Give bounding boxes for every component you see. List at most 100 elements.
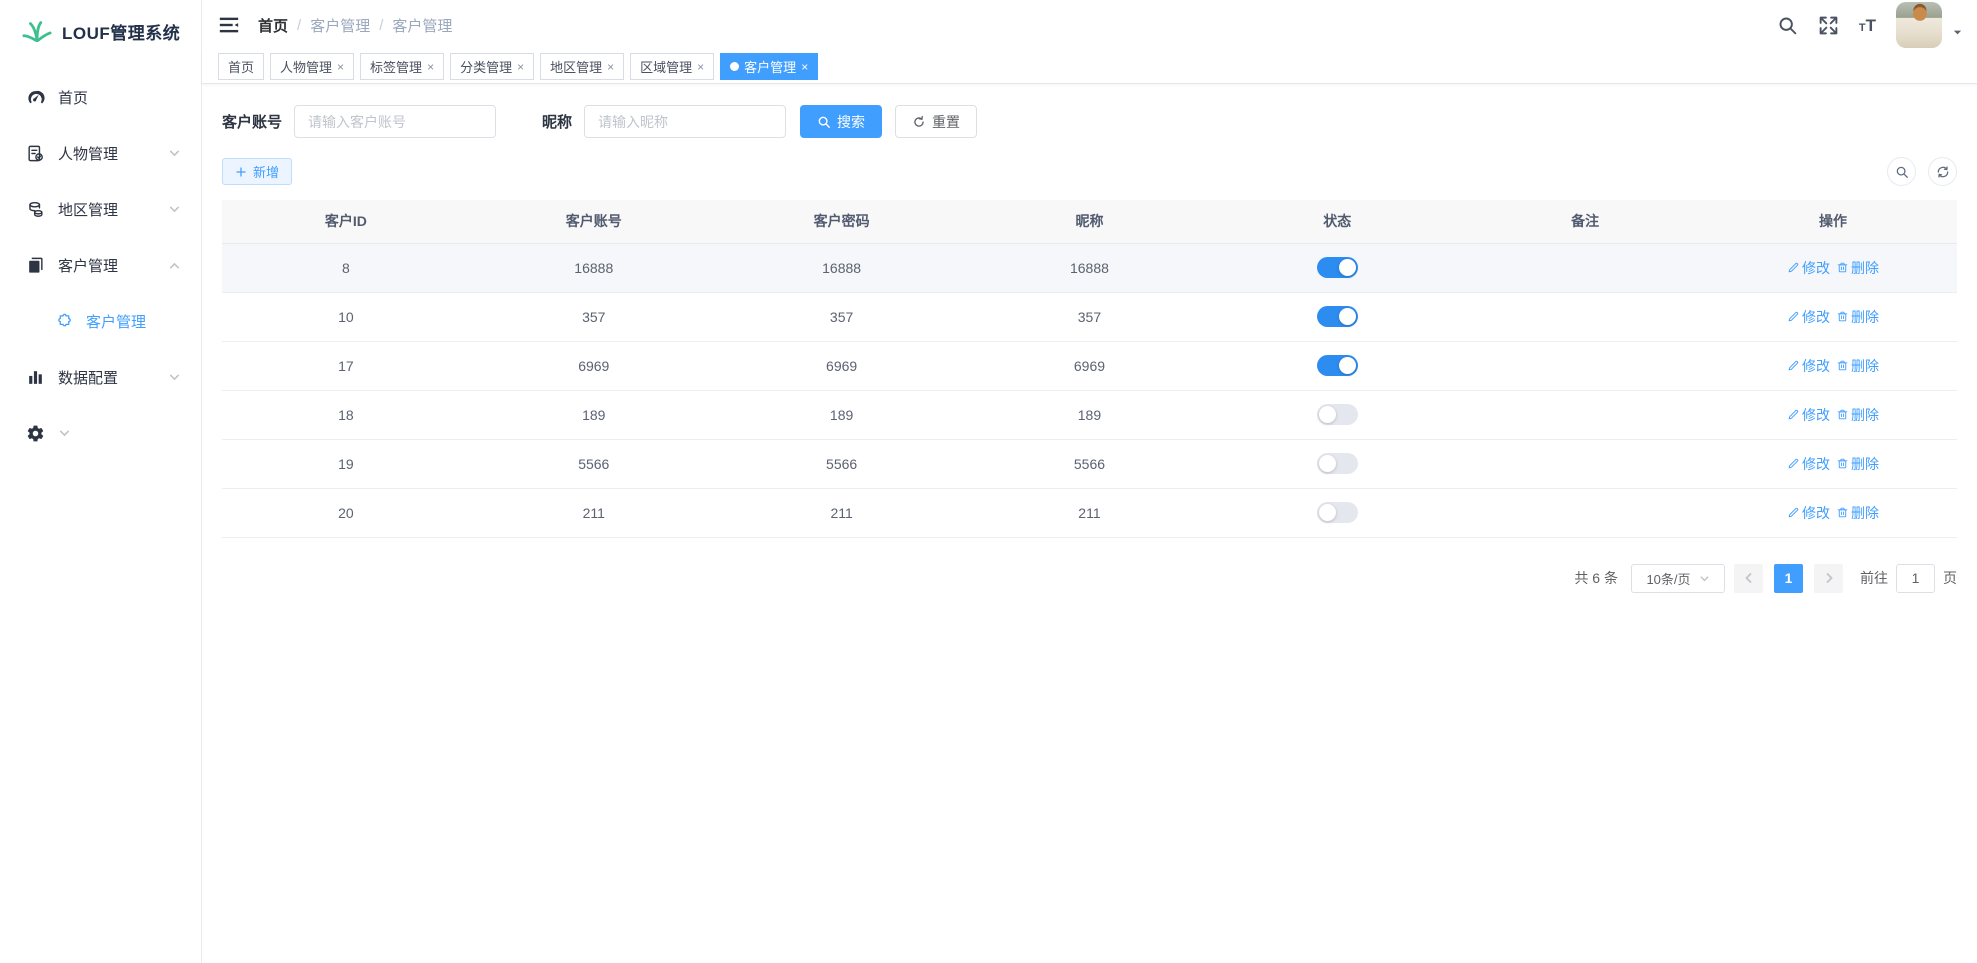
goto-label: 前往 [1860,568,1888,588]
cell-actions: 修改删除 [1709,341,1957,390]
account-input[interactable] [294,105,496,138]
sidebar-item-5[interactable]: 系统管理 [0,405,201,461]
col-nickname: 昵称 [966,200,1214,243]
edit-link[interactable]: 修改 [1787,454,1830,474]
filter-form: 客户账号 昵称 搜索 重置 [222,105,1957,138]
sidebar-item-3[interactable]: 客户管理 [0,237,201,293]
next-page-button[interactable] [1814,564,1843,593]
tag-tab-0[interactable]: 首页 [218,53,264,80]
col-actions: 操作 [1709,200,1957,243]
edit-link[interactable]: 修改 [1787,258,1830,278]
fullscreen-icon[interactable] [1818,15,1839,36]
person-doc-icon [26,144,45,163]
cell-status [1213,390,1461,439]
sidebar-item-2[interactable]: 地区管理 [0,181,201,237]
user-menu-caret-icon[interactable] [1952,27,1963,38]
delete-link[interactable]: 删除 [1836,405,1879,425]
sidebar: LOUF管理系统 首页人物管理地区管理客户管理客户管理数据配置系统管理 [0,0,202,963]
chevron-down-icon [168,371,181,384]
status-toggle[interactable] [1317,453,1358,474]
cell-account: 189 [470,390,718,439]
active-dot [730,62,739,71]
tag-tab-2[interactable]: 标签管理× [360,53,444,80]
delete-link[interactable]: 删除 [1836,356,1879,376]
tag-label: 人物管理 [280,57,332,76]
edit-link[interactable]: 修改 [1787,503,1830,523]
tag-tab-1[interactable]: 人物管理 × [270,53,354,80]
cell-id: 10 [222,292,470,341]
region-icon [26,200,45,219]
close-icon[interactable]: × [697,61,704,73]
delete-link[interactable]: 删除 [1836,307,1879,327]
font-size-icon[interactable]: TT [1859,17,1876,34]
header-search-icon[interactable] [1777,15,1798,36]
breadcrumb-item-0[interactable]: 首页 [258,15,288,36]
toggle-search-button[interactable] [1887,157,1916,186]
nickname-input[interactable] [584,105,786,138]
tag-tab-3[interactable]: 分类管理 × [450,53,534,80]
close-icon[interactable]: × [801,61,808,73]
sidebar-item-label: 人物管理 [58,143,168,164]
tag-tab-5[interactable]: 区域管理 × [630,53,714,80]
sidebar-item-label: 地区管理 [58,199,168,220]
chevron-down-icon [168,147,181,160]
col-customer-account: 客户账号 [470,200,718,243]
cell-id: 19 [222,439,470,488]
sidebar-item-4[interactable]: 数据配置 [0,349,201,405]
refresh-table-button[interactable] [1928,157,1957,186]
cell-status [1213,439,1461,488]
cell-status [1213,488,1461,537]
edit-link[interactable]: 修改 [1787,307,1830,327]
delete-link[interactable]: 删除 [1836,258,1879,278]
status-toggle[interactable] [1317,355,1358,376]
status-toggle[interactable] [1317,502,1358,523]
cell-remark [1461,243,1709,292]
cell-password: 357 [718,292,966,341]
reset-button[interactable]: 重置 [895,105,977,138]
prev-page-button[interactable] [1734,564,1763,593]
tag-label: 区域管理 [640,57,692,76]
breadcrumb-separator: / [297,17,301,34]
sidebar-item-1[interactable]: 人物管理 [0,125,201,181]
goto-page-input[interactable] [1896,564,1935,593]
status-toggle[interactable] [1317,306,1358,327]
chevron-down-icon [58,427,71,440]
add-button[interactable]: 新增 [222,158,292,185]
cell-password: 6969 [718,341,966,390]
user-avatar[interactable] [1896,2,1942,48]
status-toggle[interactable] [1317,404,1358,425]
cell-nickname: 357 [966,292,1214,341]
table-row: 17696969696969修改删除 [222,341,1957,390]
close-icon[interactable]: × [607,61,614,73]
tag-label: 分类管理 [460,57,512,76]
tag-tab-6[interactable]: 客户管理× [720,53,818,80]
sidebar-subitem-customer[interactable]: 客户管理 [0,293,201,349]
sidebar-item-0[interactable]: 首页 [0,69,201,125]
sidebar-menu: 首页人物管理地区管理客户管理客户管理数据配置系统管理 [0,63,201,461]
nickname-label: 昵称 [542,111,572,132]
customer-table: 客户ID 客户账号 客户密码 昵称 状态 备注 操作 8168881688816… [222,200,1957,538]
cell-remark [1461,390,1709,439]
delete-link[interactable]: 删除 [1836,454,1879,474]
edit-link[interactable]: 修改 [1787,405,1830,425]
search-button[interactable]: 搜索 [800,105,882,138]
close-icon[interactable]: × [337,61,344,73]
close-icon[interactable]: × [517,61,524,73]
page-number-1[interactable]: 1 [1774,564,1803,593]
sidebar-item-label: 首页 [58,87,181,108]
close-icon[interactable]: × [427,61,434,73]
tag-tab-4[interactable]: 地区管理 × [540,53,624,80]
cell-remark [1461,439,1709,488]
delete-link[interactable]: 删除 [1836,503,1879,523]
status-toggle[interactable] [1317,257,1358,278]
page-size-select[interactable]: 10条/页 [1631,564,1725,593]
edit-link[interactable]: 修改 [1787,356,1830,376]
topbar-actions: TT [1777,2,1963,48]
cell-account: 6969 [470,341,718,390]
cell-nickname: 16888 [966,243,1214,292]
tag-label: 地区管理 [550,57,602,76]
collapse-sidebar-icon[interactable] [218,14,240,36]
sidebar-item-label: 系统管理 [28,425,43,441]
plus-icon [235,166,247,178]
chevron-left-icon [1743,572,1755,584]
